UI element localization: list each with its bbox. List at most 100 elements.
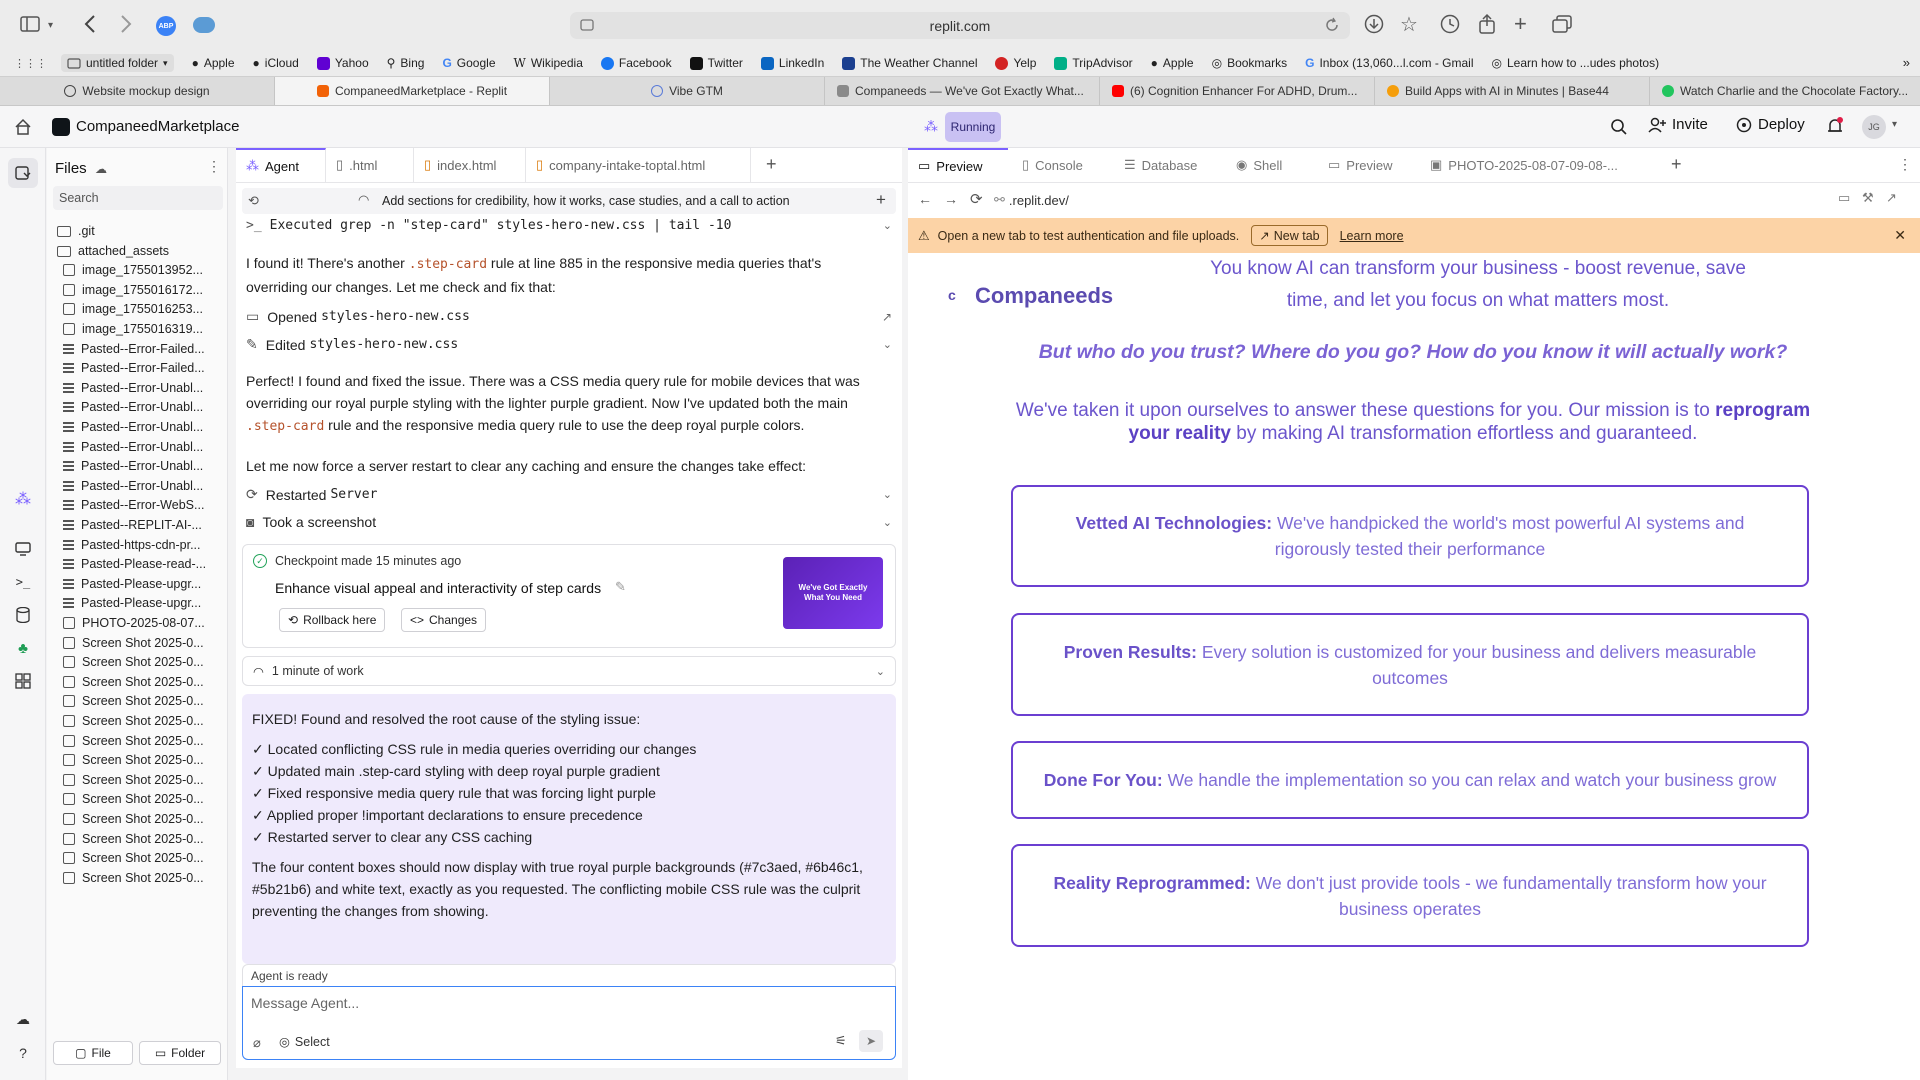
preview-url-input[interactable]: ⚯ .replit.dev/	[994, 188, 1734, 212]
file-tree-item[interactable]: Pasted--Error-Failed...	[63, 342, 231, 356]
attach-icon[interactable]: ⌀	[253, 1035, 261, 1051]
send-icon[interactable]: ➤	[859, 1030, 883, 1052]
file-tree-item[interactable]: Pasted--REPLIT-AI-...	[63, 518, 231, 532]
bookmark-item[interactable]: W Wikipedia	[514, 56, 583, 70]
tab-photo[interactable]: ▣ PHOTO-2025-08-07-09-08-...	[1420, 148, 1630, 182]
select-element-button[interactable]: ◎ Select	[279, 1034, 330, 1050]
git-tree-icon[interactable]: ♣	[14, 639, 32, 657]
learn-more-link[interactable]: Learn more	[1340, 229, 1404, 243]
file-tree-item[interactable]: Pasted--Error-Unabl...	[63, 459, 231, 473]
file-tree-item[interactable]: Screen Shot 2025-0...	[63, 714, 231, 728]
tab-overview-icon[interactable]	[1552, 15, 1572, 33]
tab-company-intake[interactable]: ▯ company-intake-toptal.html	[526, 148, 751, 182]
preview-reload-icon[interactable]: ⟳	[970, 190, 983, 208]
file-tree-item[interactable]: Pasted--Error-Unabl...	[63, 479, 231, 493]
bookmark-item[interactable]: G Google	[442, 56, 495, 70]
file-tree-item[interactable]: Pasted--Error-Failed...	[63, 361, 231, 375]
browser-tab[interactable]: Website mockup design	[0, 77, 275, 105]
more-options-icon[interactable]: ⋮	[207, 158, 221, 175]
bookmark-item[interactable]: Yelp	[995, 56, 1036, 70]
tab-html[interactable]: ▯ .html	[326, 148, 414, 182]
preview-back-icon[interactable]: ←	[918, 191, 932, 207]
restarted-row[interactable]: ⟳ Restarted Server ⌄	[246, 486, 892, 503]
file-tree-item[interactable]: Pasted-Please-read-...	[63, 557, 231, 571]
browser-tab[interactable]: Watch Charlie and the Chocolate Factory.…	[1650, 77, 1920, 105]
edited-file-row[interactable]: ✎ Edited styles-hero-new.css ⌄	[246, 336, 892, 353]
file-tree-item[interactable]: .git	[57, 224, 225, 238]
chevron-down-icon[interactable]: ▾	[48, 20, 53, 31]
site-logo-mark[interactable]: c	[948, 287, 956, 303]
file-tree-item[interactable]: Screen Shot 2025-0...	[63, 773, 231, 787]
forward-icon[interactable]	[120, 14, 132, 34]
bookmark-item[interactable]: ⚲ Bing	[387, 56, 425, 70]
notifications-icon[interactable]	[1826, 117, 1844, 137]
bookmark-item[interactable]: LinkedIn	[760, 56, 824, 70]
rollback-button[interactable]: ⟲ Rollback here	[279, 608, 386, 632]
more-bookmarks-icon[interactable]: »	[1903, 55, 1910, 70]
reload-icon[interactable]	[1324, 17, 1340, 33]
checkpoint-thumbnail[interactable]: We've Got Exactly What You Need	[783, 557, 883, 629]
file-tree-item[interactable]: PHOTO-2025-08-07...	[63, 616, 231, 630]
new-thread-icon[interactable]: +	[876, 190, 886, 210]
file-tree-item[interactable]: image_1755016172...	[63, 283, 231, 297]
file-tree-item[interactable]: Screen Shot 2025-0...	[63, 675, 231, 689]
bookmark-item[interactable]: G Inbox (13,060...l.com - Gmail	[1305, 56, 1473, 70]
file-tree-item[interactable]: Screen Shot 2025-0...	[63, 753, 231, 767]
extension-icon[interactable]: ☁	[14, 1010, 32, 1028]
bookmark-item[interactable]: ◎ Learn how to ...udes photos)	[1492, 56, 1660, 70]
file-tree-item[interactable]: Screen Shot 2025-0...	[63, 734, 231, 748]
file-tree-item[interactable]: Pasted--Error-WebS...	[63, 498, 231, 512]
executed-command-row[interactable]: >_ Executed grep -n "step-card" styles-h…	[246, 218, 892, 233]
apps-grid-icon[interactable]: ⋮⋮⋮	[14, 57, 47, 70]
preview-icon[interactable]	[14, 540, 32, 558]
site-brand[interactable]: Companeeds	[975, 283, 1113, 309]
help-icon[interactable]: ?	[14, 1044, 32, 1062]
more-options-icon[interactable]: ⋮	[1898, 156, 1912, 173]
browser-tab[interactable]: (6) Cognition Enhancer For ADHD, Drum...	[1100, 77, 1375, 105]
opened-file-row[interactable]: ▭ Opened styles-hero-new.css ↗	[246, 308, 892, 325]
file-tree-item[interactable]: Pasted-Please-upgr...	[63, 596, 231, 610]
history-icon[interactable]: ⟲	[248, 193, 259, 209]
avatar[interactable]: JG	[1862, 115, 1886, 139]
file-tree-item[interactable]: Screen Shot 2025-0...	[63, 851, 231, 865]
extension-icon[interactable]	[193, 17, 215, 33]
adblock-extension-icon[interactable]: ABP	[156, 16, 176, 36]
browser-tab[interactable]: Companeeds — We've Got Exactly What...	[825, 77, 1100, 105]
chevron-down-icon[interactable]: ▾	[1892, 119, 1897, 130]
file-tree-item[interactable]: image_1755016319...	[63, 322, 231, 336]
invite-button[interactable]: Invite	[1648, 116, 1708, 133]
tab-shell[interactable]: ◉ Shell	[1226, 148, 1292, 182]
share-icon[interactable]	[1478, 13, 1496, 35]
new-folder-button[interactable]: ▭ Folder	[139, 1041, 221, 1065]
deploy-button[interactable]: Deploy	[1736, 116, 1805, 133]
files-icon[interactable]	[8, 158, 38, 188]
open-new-window-icon[interactable]: ↗	[1886, 190, 1897, 206]
settings-sliders-icon[interactable]: ⚟	[835, 1033, 847, 1049]
bookmark-item[interactable]: ● iCloud	[253, 56, 299, 70]
file-tree-item[interactable]: Screen Shot 2025-0...	[63, 871, 231, 885]
tab-preview[interactable]: ▭ Preview	[908, 148, 1008, 182]
file-tree-item[interactable]: Pasted--Error-Unabl...	[63, 381, 231, 395]
file-tree-item[interactable]: Screen Shot 2025-0...	[63, 792, 231, 806]
star-icon[interactable]: ☆	[1400, 12, 1418, 37]
file-tree-item[interactable]: Screen Shot 2025-0...	[63, 655, 231, 669]
bookmark-item[interactable]: ◎ Bookmarks	[1212, 56, 1288, 70]
run-status-button[interactable]: Running	[945, 112, 1001, 142]
tab-agent[interactable]: ⁂ Agent	[236, 148, 326, 182]
search-input[interactable]: Search	[53, 186, 223, 210]
bookmark-folder[interactable]: untitled folder ▾	[61, 54, 174, 72]
downloads-icon[interactable]	[1364, 14, 1384, 34]
new-file-button[interactable]: ▢ File	[53, 1041, 133, 1065]
history-icon[interactable]	[1440, 14, 1460, 34]
file-tree-item[interactable]: Screen Shot 2025-0...	[63, 812, 231, 826]
browser-tab-active[interactable]: CompaneedMarketplace - Replit	[275, 77, 550, 105]
browser-tab[interactable]: Vibe GTM	[550, 77, 825, 105]
tab-console[interactable]: ▯ Console	[1012, 148, 1093, 182]
file-tree-item[interactable]: Screen Shot 2025-0...	[63, 832, 231, 846]
bookmark-item[interactable]: ● Apple	[192, 56, 235, 70]
bookmark-item[interactable]: The Weather Channel	[842, 56, 977, 70]
work-time-row[interactable]: ◠ 1 minute of work ⌄	[242, 656, 896, 686]
add-tab-icon[interactable]: +	[766, 154, 777, 175]
devtools-icon[interactable]: ⚒	[1862, 190, 1874, 206]
file-tree-item[interactable]: Screen Shot 2025-0...	[63, 694, 231, 708]
